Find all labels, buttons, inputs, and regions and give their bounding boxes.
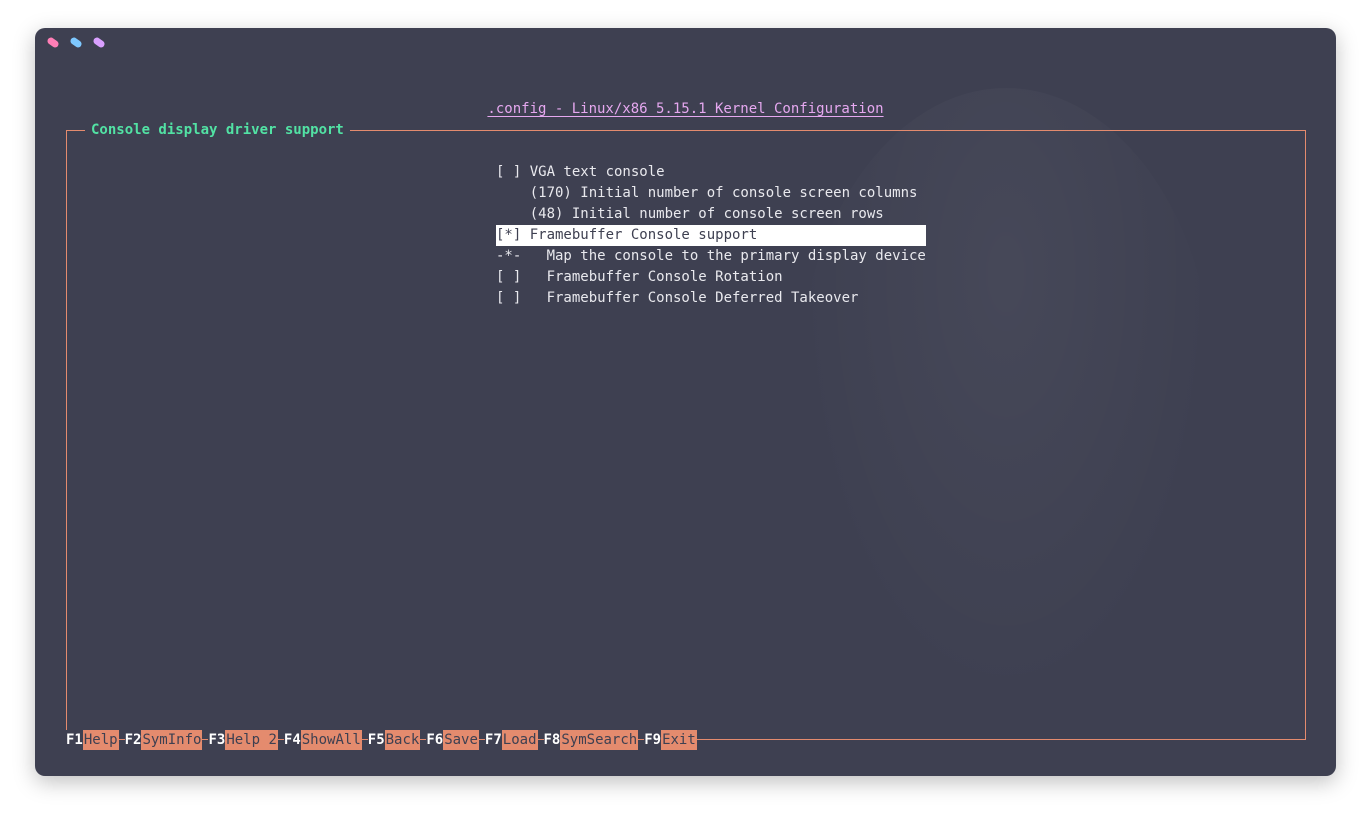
config-title-bar: .config - Linux/x86 5.15.1 Kernel Config… [35,100,1336,118]
fkey-help[interactable]: F1 Help [66,730,119,750]
function-key-bar: F1 Help F2 SymInfo F3 Help 2 F4 ShowAll … [66,730,703,750]
fkey-save[interactable]: F6 Save [426,730,479,750]
window-controls [46,36,106,49]
fkey-syminfo[interactable]: F2 SymInfo [124,730,203,750]
close-dot-icon[interactable] [46,36,60,49]
maximize-dot-icon[interactable] [92,36,106,49]
menu-item-console-rotation[interactable]: [ ] Framebuffer Console Rotation [496,267,926,288]
fkey-label: Help [82,730,119,750]
fkey-number: F6 [426,730,444,750]
fkey-exit[interactable]: F9 Exit [644,730,697,750]
menu-item-framebuffer-console[interactable]: [*] Framebuffer Console support [496,225,926,246]
fkey-label: SymInfo [141,730,203,750]
menu-item-map-primary-display[interactable]: -*- Map the console to the primary displ… [496,246,926,267]
fkey-number: F3 [208,730,226,750]
fkey-load[interactable]: F7 Load [484,730,538,750]
fkey-label: Save [443,730,479,750]
fkey-label: SymSearch [560,730,639,750]
terminal-window: .config - Linux/x86 5.15.1 Kernel Config… [35,28,1336,776]
fkey-number: F7 [484,730,502,750]
fkey-help-2[interactable]: F3 Help 2 [208,730,278,750]
minimize-dot-icon[interactable] [69,36,83,49]
fkey-symsearch[interactable]: F8 SymSearch [543,730,639,750]
fkey-number: F4 [283,730,301,750]
fkey-number: F5 [367,730,385,750]
menu-item-console-columns[interactable]: (170) Initial number of console screen c… [496,183,926,204]
fkey-label: Load [501,730,538,750]
fkey-showall[interactable]: F4 ShowAll [283,730,362,750]
fkey-number: F9 [644,730,662,750]
fkey-label: Exit [661,730,697,750]
config-menu: [ ] VGA text console (170) Initial numbe… [496,162,926,309]
fkey-back[interactable]: F5 Back [367,730,421,750]
menu-item-vga-text-console[interactable]: [ ] VGA text console [496,162,926,183]
config-title: .config - Linux/x86 5.15.1 Kernel Config… [487,101,884,117]
menu-item-deferred-takeover[interactable]: [ ] Framebuffer Console Deferred Takeove… [496,288,926,309]
fkey-label: Help 2 [225,730,278,750]
fkey-label: ShowAll [300,730,362,750]
fkey-number: F2 [124,730,142,750]
menu-item-console-rows[interactable]: (48) Initial number of console screen ro… [496,204,926,225]
frame-title: Console display driver support [85,121,350,139]
fkey-number: F8 [543,730,561,750]
fkey-number: F1 [66,730,83,750]
fkey-label: Back [384,730,421,750]
